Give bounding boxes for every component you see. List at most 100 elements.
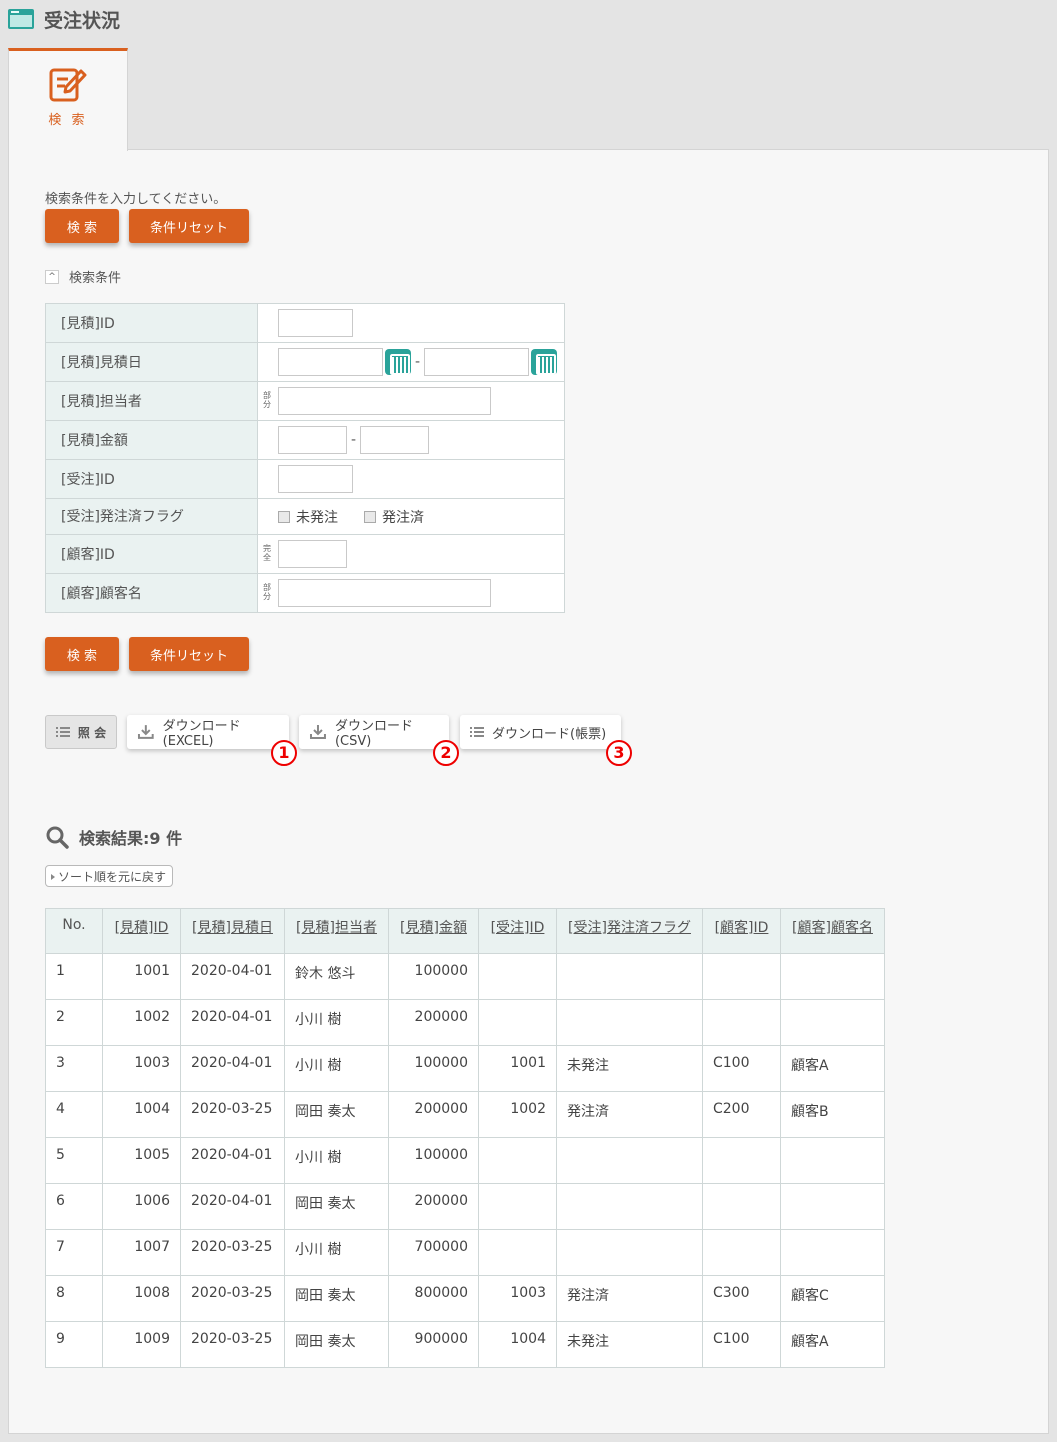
table-row[interactable]: 8 1008 2020-03-25 岡田 奏太 800000 1003 発注済 C300 顧客C bbox=[45, 1275, 885, 1322]
header-mitsumori-kingaku[interactable]: [見積]金額 bbox=[388, 908, 479, 954]
search-icon bbox=[46, 826, 69, 849]
table-cell: 8 bbox=[45, 1275, 103, 1322]
conditions-toggle[interactable]: ^ 検索条件 bbox=[45, 267, 121, 286]
header-link[interactable]: [見積]ID bbox=[115, 920, 169, 936]
marker-2: 2 bbox=[433, 740, 459, 766]
header-link[interactable]: [顧客]ID bbox=[715, 920, 769, 936]
window-icon bbox=[8, 9, 34, 29]
table-cell: 800000 bbox=[388, 1275, 479, 1322]
table-cell bbox=[780, 1183, 885, 1230]
table-cell: 岡田 奏太 bbox=[284, 1091, 389, 1138]
table-row[interactable]: 4 1004 2020-03-25 岡田 奏太 200000 1002 発注済 C200 顧客B bbox=[45, 1091, 885, 1138]
table-cell: C300 bbox=[702, 1275, 781, 1322]
table-cell: 小川 樹 bbox=[284, 999, 389, 1046]
mitsumori-tanto-input[interactable] bbox=[278, 387, 491, 415]
header-juchu-id[interactable]: [受注]ID bbox=[478, 908, 557, 954]
juchu-id-input[interactable] bbox=[278, 465, 353, 493]
search-conditions-table: [見積]ID [見積]見積日 - [見積]担当者 部分 [見積]金額 - [受注… bbox=[45, 303, 565, 613]
download-icon bbox=[309, 725, 326, 739]
mitsumori-date-from-input[interactable] bbox=[278, 348, 383, 376]
table-cell: 1006 bbox=[102, 1183, 181, 1230]
table-cell: 顧客A bbox=[780, 1321, 885, 1368]
label-mitsumori-date: [見積]見積日 bbox=[45, 342, 258, 382]
view-button[interactable]: 照 会 bbox=[45, 715, 117, 749]
reset-button-bottom[interactable]: 条件リセット bbox=[129, 637, 249, 671]
table-cell: 900000 bbox=[388, 1321, 479, 1368]
table-cell bbox=[478, 1229, 557, 1276]
table-cell bbox=[702, 953, 781, 1000]
download-excel-button[interactable]: ダウンロード(EXCEL) bbox=[127, 715, 289, 749]
table-cell bbox=[478, 953, 557, 1000]
sort-reset-button[interactable]: ソート順を元に戻す bbox=[45, 865, 174, 887]
table-cell bbox=[556, 999, 703, 1046]
header-kokyaku-name[interactable]: [顧客]顧客名 bbox=[780, 908, 885, 954]
header-link[interactable]: [見積]金額 bbox=[400, 920, 467, 936]
header-link[interactable]: [顧客]顧客名 bbox=[792, 920, 873, 936]
table-cell bbox=[702, 1183, 781, 1230]
tab-search[interactable]: 検 索 bbox=[8, 48, 128, 151]
table-cell: 1001 bbox=[478, 1045, 557, 1092]
header-mitsumori-id[interactable]: [見積]ID bbox=[102, 908, 181, 954]
table-cell bbox=[780, 1229, 885, 1276]
table-cell: 2020-04-01 bbox=[180, 1137, 285, 1184]
table-cell: 1007 bbox=[102, 1229, 181, 1276]
download-icon bbox=[137, 725, 154, 739]
download-report-label: ダウンロード(帳票) bbox=[492, 726, 607, 742]
calendar-icon[interactable] bbox=[531, 349, 558, 375]
search-hint: 検索条件を入力してください。 bbox=[45, 192, 227, 207]
checkbox-mihatchu[interactable] bbox=[278, 510, 290, 523]
table-cell: 200000 bbox=[388, 1183, 479, 1230]
table-cell: 9 bbox=[45, 1321, 103, 1368]
table-cell: 1008 bbox=[102, 1275, 181, 1322]
header-mitsumori-date[interactable]: [見積]見積日 bbox=[180, 908, 285, 954]
partial-match-tag: 部分 bbox=[263, 391, 271, 410]
kingaku-from-input[interactable] bbox=[278, 426, 347, 454]
table-cell bbox=[556, 1137, 703, 1184]
results-title: 検索結果:9 件 bbox=[79, 829, 183, 848]
marker-3: 3 bbox=[606, 740, 632, 766]
search-button-top[interactable]: 検 索 bbox=[45, 209, 119, 243]
kokyaku-name-input[interactable] bbox=[278, 579, 491, 607]
header-link[interactable]: [受注]ID bbox=[491, 920, 545, 936]
download-csv-button[interactable]: ダウンロード(CSV) bbox=[299, 715, 449, 749]
table-row[interactable]: 9 1009 2020-03-25 岡田 奏太 900000 1004 未発注 C100 顧客A bbox=[45, 1321, 885, 1368]
table-cell: 100000 bbox=[388, 1137, 479, 1184]
table-cell: 顧客C bbox=[780, 1275, 885, 1322]
search-button-bottom[interactable]: 検 索 bbox=[45, 637, 119, 671]
page-title: 受注状況 bbox=[44, 9, 121, 32]
table-cell: 発注済 bbox=[556, 1091, 703, 1138]
table-cell: 顧客B bbox=[780, 1091, 885, 1138]
reset-button-top[interactable]: 条件リセット bbox=[129, 209, 249, 243]
header-link[interactable]: [見積]見積日 bbox=[192, 920, 273, 936]
header-link[interactable]: [受注]発注済フラグ bbox=[568, 920, 691, 936]
table-cell bbox=[556, 1183, 703, 1230]
table-cell: 5 bbox=[45, 1137, 103, 1184]
table-cell: 1004 bbox=[102, 1091, 181, 1138]
label-kokyaku-name: [顧客]顧客名 bbox=[45, 573, 258, 613]
checkbox-hatchuzumi[interactable] bbox=[364, 510, 376, 523]
mitsumori-date-to-input[interactable] bbox=[424, 348, 530, 376]
table-cell bbox=[478, 1183, 557, 1230]
download-report-button[interactable]: ダウンロード(帳票) bbox=[460, 715, 621, 749]
list-icon bbox=[55, 727, 70, 737]
kingaku-to-input[interactable] bbox=[360, 426, 430, 454]
calendar-icon[interactable] bbox=[385, 349, 411, 375]
table-cell bbox=[780, 999, 885, 1046]
header-mitsumori-tanto[interactable]: [見積]担当者 bbox=[284, 908, 389, 954]
exact-match-tag: 完全 bbox=[263, 544, 271, 563]
header-juchu-flag[interactable]: [受注]発注済フラグ bbox=[556, 908, 703, 954]
table-row[interactable]: 7 1007 2020-03-25 小川 樹 700000 bbox=[45, 1229, 885, 1276]
kokyaku-id-input[interactable] bbox=[278, 540, 347, 568]
header-link[interactable]: [見積]担当者 bbox=[296, 920, 377, 936]
table-row[interactable]: 1 1001 2020-04-01 鈴木 悠斗 100000 bbox=[45, 953, 885, 1000]
sort-reset-label: ソート順を元に戻す bbox=[58, 869, 167, 884]
table-row[interactable]: 3 1003 2020-04-01 小川 樹 100000 1001 未発注 C100 顧客A bbox=[45, 1045, 885, 1092]
mitsumori-id-input[interactable] bbox=[278, 309, 353, 337]
header-kokyaku-id[interactable]: [顧客]ID bbox=[702, 908, 781, 954]
label-juchu-flag: [受注]発注済フラグ bbox=[45, 498, 258, 535]
table-row[interactable]: 5 1005 2020-04-01 小川 樹 100000 bbox=[45, 1137, 885, 1184]
table-row[interactable]: 2 1002 2020-04-01 小川 樹 200000 bbox=[45, 999, 885, 1046]
table-cell: 1002 bbox=[102, 999, 181, 1046]
table-row[interactable]: 6 1006 2020-04-01 岡田 奏太 200000 bbox=[45, 1183, 885, 1230]
table-cell: 2020-04-01 bbox=[180, 953, 285, 1000]
